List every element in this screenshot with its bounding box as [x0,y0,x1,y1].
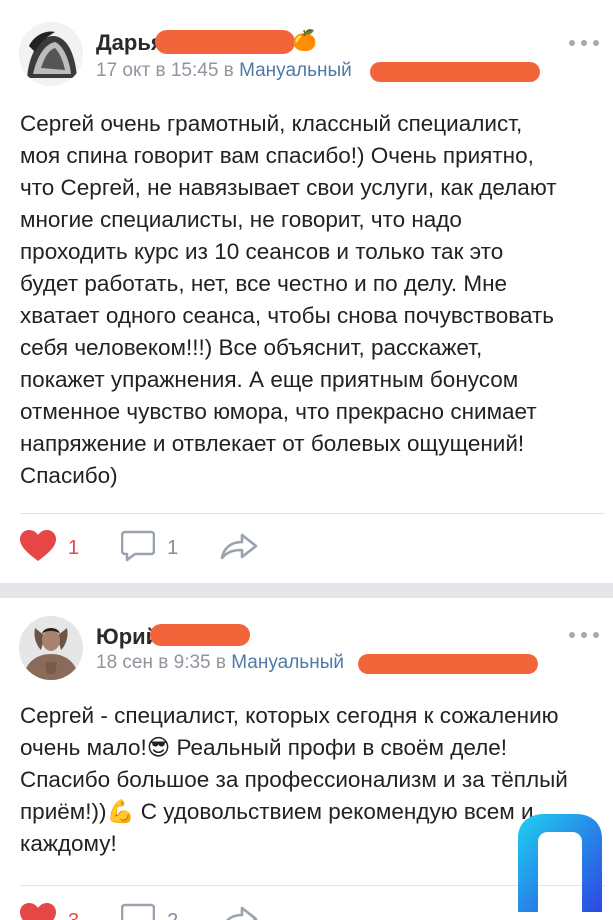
comment-count: 2 [167,910,178,920]
tangerine-emoji: 🍊 [292,30,317,52]
share-button[interactable] [220,904,258,920]
avatar[interactable] [19,22,83,86]
post-date[interactable]: 18 сен в 9:35 в [96,652,231,673]
heart-icon [20,902,56,920]
comment-count: 1 [167,536,179,559]
like-button[interactable]: 3 [20,902,79,920]
comment-button[interactable]: 2 [120,903,178,920]
group-link[interactable]: Мануальный [239,60,352,81]
share-icon [220,531,258,566]
feed-separator [0,583,613,598]
share-icon [220,904,258,920]
comment-icon [120,903,156,920]
watermark-logo-icon [514,810,606,914]
post-meta: 17 окт в 15:45 в Мануальный [96,60,352,82]
like-button[interactable]: 1 [20,529,80,567]
post-text: Сергей очень грамотный, классный специал… [20,111,557,488]
post-meta: 18 сен в 9:35 в Мануальный [96,652,344,674]
post-date[interactable]: 17 окт в 15:45 в [96,60,239,81]
post-actions: 3 2 [20,901,300,920]
redaction-mark [358,654,538,674]
group-link[interactable]: Мануальный [231,652,344,673]
redaction-mark [150,624,250,646]
like-count: 1 [68,536,80,559]
divider [20,513,605,514]
heart-icon [20,529,56,567]
more-options-icon[interactable] [569,630,599,640]
redaction-mark [370,62,540,82]
post-card: Дарья 🍊 17 окт в 15:45 в Мануальный Серг… [0,0,613,583]
author-name[interactable]: Дарья [96,30,164,56]
comment-button[interactable]: 1 [120,530,179,567]
redaction-mark [155,30,295,54]
like-count: 3 [68,910,79,920]
avatar[interactable] [19,616,83,680]
comment-icon [120,530,156,567]
share-button[interactable] [220,531,258,566]
post-actions: 1 1 [20,528,300,568]
more-options-icon[interactable] [569,38,599,48]
